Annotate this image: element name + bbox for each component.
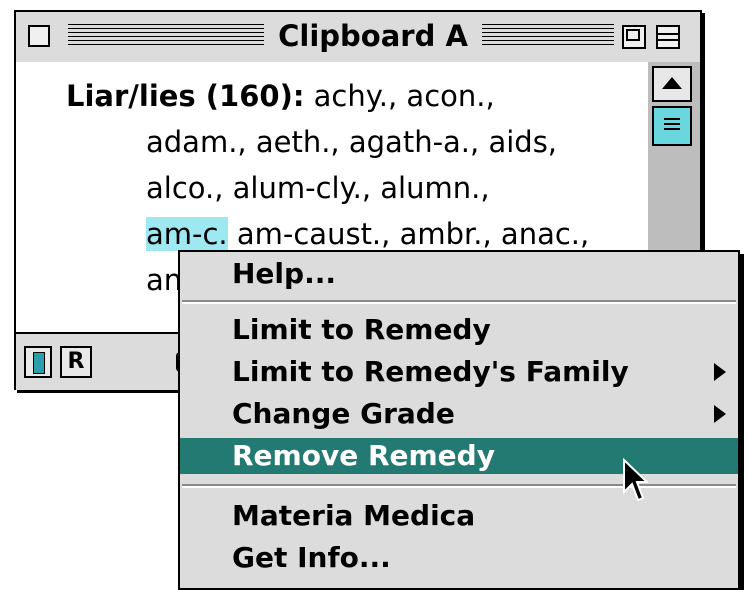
menu-item-materia-medica[interactable]: Materia Medica	[180, 498, 738, 534]
scroll-thumb[interactable]	[652, 106, 692, 146]
window-title: Clipboard A	[268, 18, 478, 54]
menu-item-limit-to-family[interactable]: Limit to Remedy's Family	[180, 354, 738, 390]
close-box[interactable]	[28, 25, 50, 47]
menu-item-help[interactable]: Help...	[180, 256, 738, 292]
scroll-up-arrow-icon[interactable]	[652, 66, 692, 102]
selected-remedy[interactable]: am-c.	[146, 217, 228, 251]
rubric-line-1: Liar/lies (160): achy., acon.,	[66, 78, 495, 114]
info-button[interactable]	[24, 346, 52, 378]
title-stripes-right	[482, 24, 614, 48]
remedy-list-text: am-caust., ambr., anac.,	[227, 217, 590, 251]
menu-item-get-info[interactable]: Get Info...	[180, 540, 738, 576]
menu-separator	[182, 300, 736, 304]
menu-item-remove-remedy[interactable]: Remove Remedy	[180, 438, 738, 474]
remedy-list-text: achy., acon.,	[304, 79, 495, 113]
rubric-heading: Liar/lies (160):	[66, 79, 305, 113]
collapse-box[interactable]	[656, 25, 680, 49]
zoom-box[interactable]	[622, 25, 646, 49]
rubric-line-4: am-c. am-caust., ambr., anac.,	[146, 216, 589, 252]
context-menu: Help... Limit to Remedy Limit to Remedy'…	[178, 250, 740, 590]
menu-item-label: Limit to Remedy's Family	[232, 355, 629, 388]
menu-item-limit-to-remedy[interactable]: Limit to Remedy	[180, 312, 738, 348]
menu-item-label: Change Grade	[232, 397, 455, 430]
mouse-cursor-icon	[623, 458, 648, 502]
rubric-line-5: an	[146, 263, 183, 297]
menu-item-change-grade[interactable]: Change Grade	[180, 396, 738, 432]
menu-separator	[182, 484, 736, 488]
title-stripes-left	[68, 24, 264, 48]
submenu-arrow-icon	[714, 363, 726, 381]
rubric-line-3: alco., alum-cly., alumn.,	[146, 171, 490, 205]
r-button[interactable]: R	[60, 346, 92, 378]
rubric-line-2: adam., aeth., agath-a., aids,	[146, 125, 558, 159]
title-bar[interactable]: Clipboard A	[16, 12, 700, 64]
submenu-arrow-icon	[714, 405, 726, 423]
